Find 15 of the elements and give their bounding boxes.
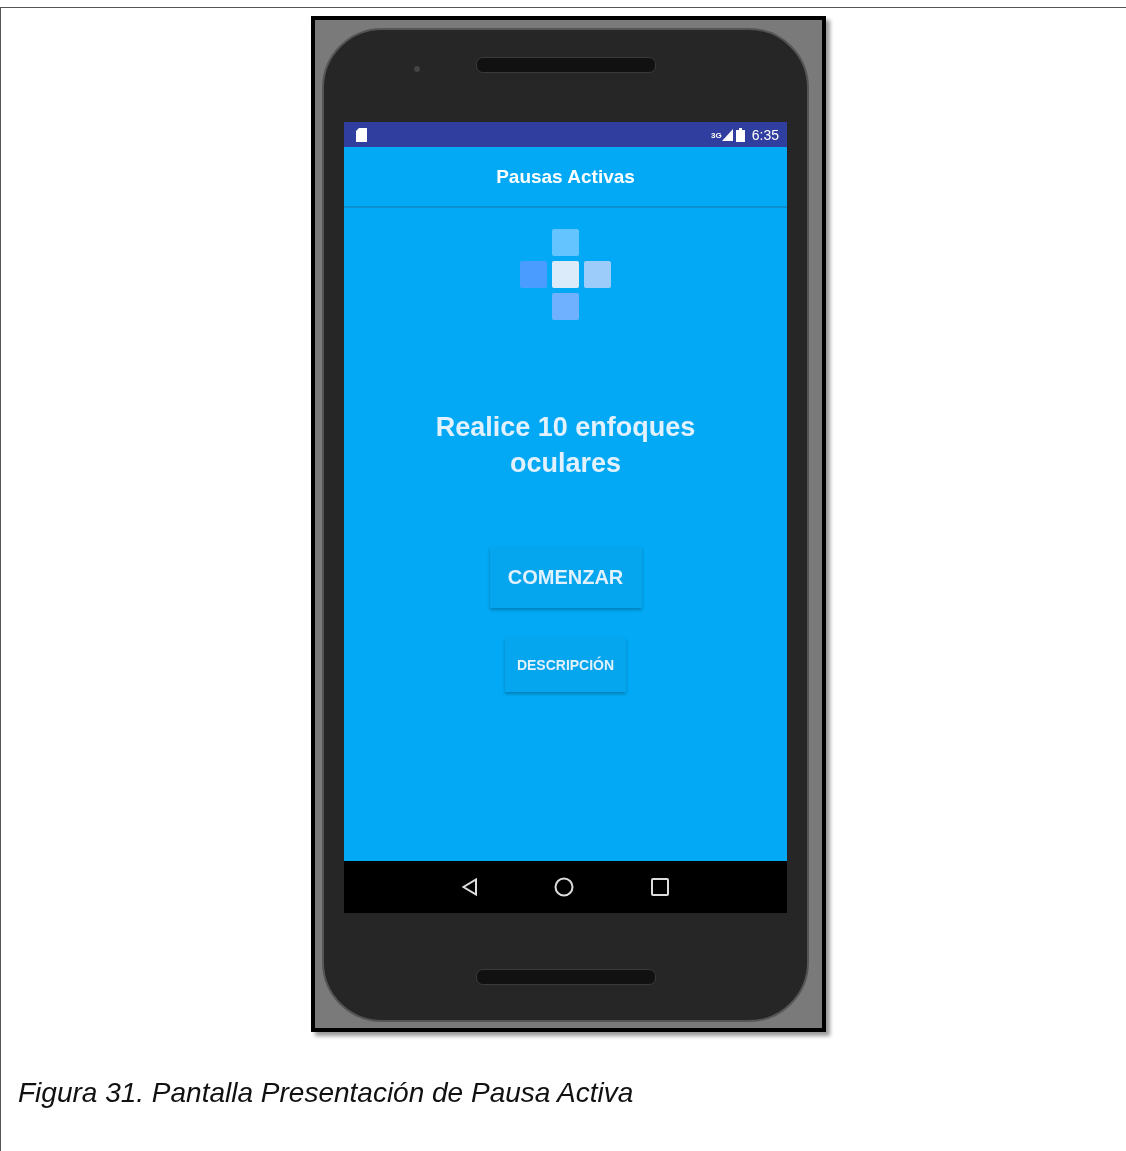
app-title: Pausas Activas xyxy=(496,165,635,188)
home-icon[interactable] xyxy=(554,877,575,897)
recents-icon[interactable] xyxy=(650,878,669,896)
figure-caption: Figura 31. Pantalla Presentación de Pausa Activa xyxy=(18,1077,635,1109)
network-type: 3G xyxy=(711,130,722,140)
signal-icon xyxy=(721,128,733,141)
back-icon[interactable] xyxy=(462,878,479,896)
battery-icon xyxy=(735,127,745,142)
action-button[interactable]: COMENZAR xyxy=(489,547,642,608)
sd-card-icon xyxy=(356,127,367,142)
clock-time: 6:35 xyxy=(751,126,779,143)
action-button[interactable]: DESCRIPCIÓN xyxy=(505,638,626,692)
camera-icon xyxy=(414,66,420,72)
cross-logo-icon xyxy=(519,229,612,321)
instruction-text: Realice 10 enfoques oculares xyxy=(434,411,697,480)
